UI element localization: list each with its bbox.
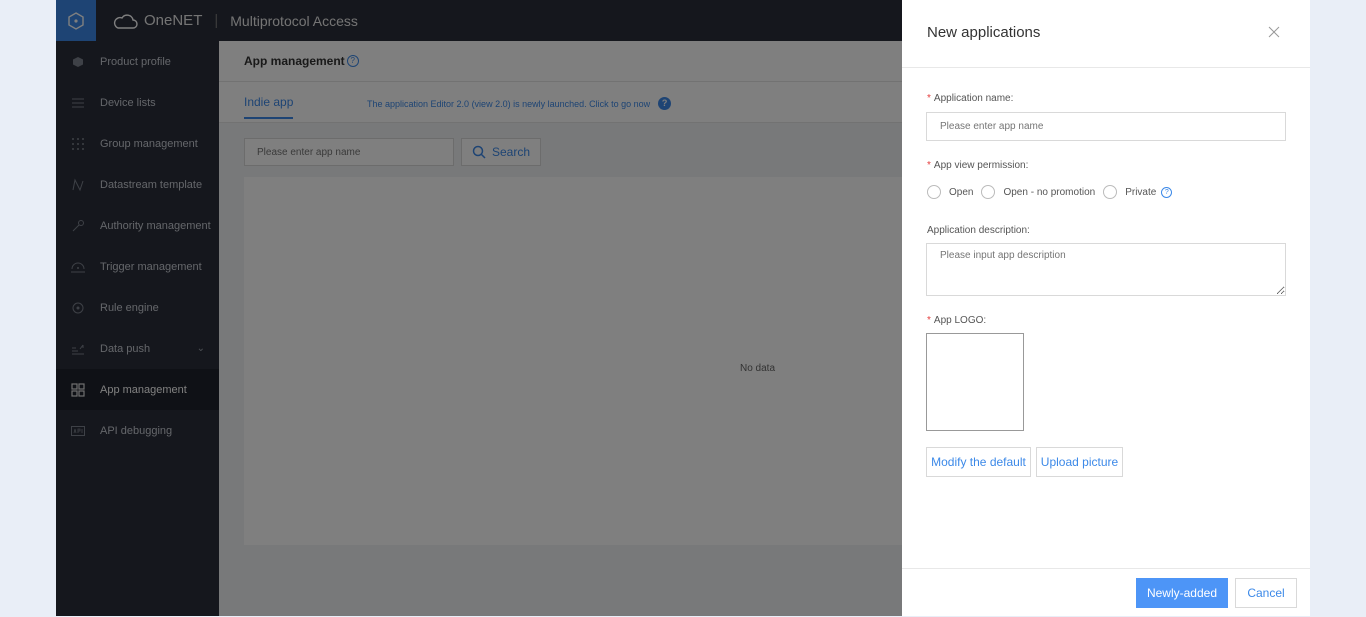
permission-label: * App view permission: xyxy=(927,160,1028,171)
radio-open-no-promotion-label[interactable]: Open - no promotion xyxy=(1003,187,1095,198)
new-application-drawer: New applications *Application name: *App… xyxy=(902,0,1310,616)
permission-radio-group: Open Open - no promotion Private ? xyxy=(927,185,1173,199)
description-textarea[interactable] xyxy=(926,243,1286,296)
required-marker: * xyxy=(927,160,931,171)
logo-preview xyxy=(926,333,1024,431)
logo-label-text: App LOGO: xyxy=(933,315,987,326)
radio-open-no-promotion[interactable] xyxy=(981,185,996,199)
radio-private[interactable] xyxy=(1103,185,1118,199)
description-label: Application description: xyxy=(927,225,1030,236)
required-marker: * xyxy=(927,93,931,104)
drawer-title: New applications xyxy=(927,24,1041,41)
drawer-footer: Newly-added Cancel xyxy=(902,568,1310,617)
close-icon[interactable] xyxy=(1268,26,1280,41)
question-icon[interactable]: ? xyxy=(1161,186,1173,198)
radio-open[interactable] xyxy=(927,185,941,199)
app-name-input[interactable] xyxy=(926,112,1286,141)
radio-private-label[interactable]: Private xyxy=(1125,187,1156,198)
logo-label: * App LOGO: xyxy=(927,315,986,326)
permission-label-text: App view permission: xyxy=(933,160,1029,171)
drawer-header: New applications xyxy=(902,0,1310,68)
upload-picture-button[interactable]: Upload picture xyxy=(1036,447,1123,477)
app-name-label-text: Application name: xyxy=(933,93,1014,104)
cancel-button[interactable]: Cancel xyxy=(1235,578,1297,608)
app-name-label: * Application name: xyxy=(927,93,1013,104)
required-marker: * xyxy=(927,315,931,326)
newly-added-button[interactable]: Newly-added xyxy=(1136,578,1228,608)
radio-open-label[interactable]: Open xyxy=(949,187,973,198)
modify-default-button[interactable]: Modify the default xyxy=(926,447,1031,477)
